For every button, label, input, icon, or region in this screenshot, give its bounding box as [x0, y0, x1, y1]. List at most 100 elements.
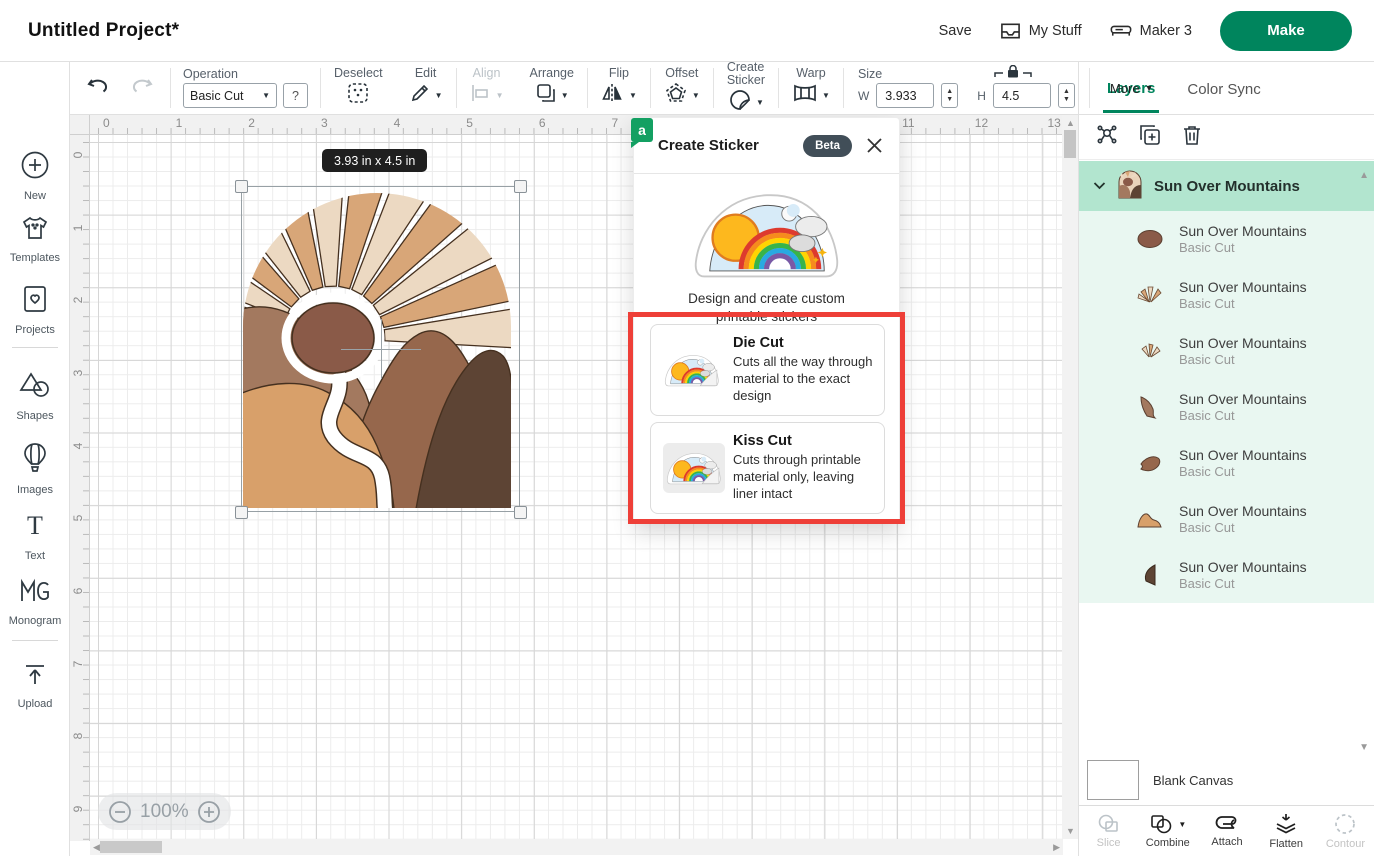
panel-scroll-down-icon[interactable]: ▼	[1359, 742, 1369, 753]
layer-name: Sun Over Mountains	[1179, 503, 1307, 521]
machine-select-button[interactable]: Maker 3	[1110, 23, 1192, 39]
selection-bounding-box[interactable]	[241, 186, 520, 512]
resize-handle-bottom-right[interactable]	[514, 506, 527, 519]
edit-button[interactable]: Edit ▼	[396, 67, 456, 109]
ruler-number: 3	[71, 366, 85, 380]
ruler-number: 1	[71, 221, 85, 235]
deselect-button[interactable]: Deselect	[321, 67, 396, 109]
plus-circle-icon	[20, 150, 50, 185]
layer-row[interactable]: Sun Over MountainsBasic Cut	[1079, 267, 1374, 323]
make-button[interactable]: Make	[1220, 11, 1352, 51]
zoom-in-icon[interactable]	[197, 800, 221, 824]
sidebar-item-projects[interactable]: Projects	[0, 284, 70, 336]
resize-handle-bottom-left[interactable]	[235, 506, 248, 519]
combine-button[interactable]: ▼Combine	[1138, 806, 1197, 856]
width-stepper[interactable]: ▲▼	[941, 83, 958, 108]
layer-row[interactable]: Sun Over MountainsBasic Cut	[1079, 323, 1374, 379]
layer-thumbnail-wave	[1135, 394, 1165, 420]
layer-row[interactable]: Sun Over MountainsBasic Cut	[1079, 211, 1374, 267]
attach-button[interactable]: Attach	[1197, 806, 1256, 856]
chevron-down-icon: ▼	[1145, 83, 1154, 93]
monogram-icon	[18, 577, 52, 610]
vertical-scrollbar[interactable]: ▲ ▼	[1062, 115, 1078, 839]
my-stuff-button[interactable]: My Stuff	[1000, 22, 1082, 40]
popup-header: Create Sticker Beta	[634, 118, 899, 174]
tshirt-icon	[20, 214, 50, 247]
operation-help-button[interactable]: ?	[283, 83, 308, 108]
close-icon[interactable]	[866, 137, 883, 154]
width-label: W	[858, 89, 869, 103]
sidebar-item-new[interactable]: New	[0, 150, 70, 202]
layer-name: Sun Over Mountains	[1179, 279, 1307, 297]
offset-button[interactable]: Offset ▼	[651, 67, 713, 109]
operation-select[interactable]: Basic Cut ▼	[183, 83, 277, 108]
ruler-corner	[70, 115, 90, 135]
tab-color-sync[interactable]: Color Sync	[1183, 65, 1264, 111]
ruler-number: 4	[394, 116, 401, 130]
text-icon: T	[22, 512, 48, 545]
zoom-out-icon[interactable]	[108, 800, 132, 824]
height-label: H	[977, 89, 986, 103]
layer-row[interactable]: Sun Over MountainsBasic Cut	[1079, 435, 1374, 491]
sidebar-item-images[interactable]: Images	[0, 442, 70, 496]
layer-group-row[interactable]: Sun Over Mountains	[1079, 161, 1374, 211]
layers-panel: Layers Color Sync Sun Over MountainsSun …	[1078, 62, 1374, 856]
chevron-down-icon: ▼	[629, 91, 637, 100]
arrange-button[interactable]: Arrange ▼	[516, 67, 586, 109]
blank-canvas-row[interactable]: Blank Canvas	[1079, 755, 1374, 805]
layer-row[interactable]: Sun Over MountainsBasic Cut	[1079, 491, 1374, 547]
scroll-right-icon[interactable]: ▶	[1053, 842, 1060, 853]
create-sticker-button[interactable]: Create Sticker ▼	[714, 61, 778, 115]
horizontal-scrollbar-thumb[interactable]	[100, 841, 162, 853]
sidebar-item-shapes[interactable]: Shapes	[0, 370, 70, 422]
scroll-up-icon[interactable]: ▲	[1066, 118, 1075, 128]
ruler-number: 0	[103, 116, 110, 130]
contour-icon	[1333, 812, 1357, 836]
ruler-number: 7	[612, 116, 619, 130]
lock-icon[interactable]	[993, 65, 1033, 83]
width-input[interactable]: 3.933	[876, 83, 934, 108]
vertical-scrollbar-thumb[interactable]	[1064, 130, 1076, 158]
layer-operation: Basic Cut	[1179, 576, 1307, 591]
combine-icon: ▼	[1149, 813, 1186, 835]
ruler-number: 0	[71, 148, 85, 162]
action-label: Contour	[1326, 838, 1365, 850]
undo-icon[interactable]	[86, 75, 112, 102]
sidebar-item-label: Templates	[10, 252, 60, 264]
height-stepper[interactable]: ▲▼	[1058, 83, 1075, 108]
horizontal-scrollbar[interactable]: ◀ ▶	[90, 839, 1063, 855]
die-cut-option[interactable]: Die CutCuts all the way through material…	[650, 324, 885, 416]
height-input[interactable]: 4.5	[993, 83, 1051, 108]
panel-scroll-up-icon[interactable]: ▲	[1359, 170, 1369, 181]
duplicate-icon[interactable]	[1138, 123, 1162, 152]
save-button[interactable]: Save	[939, 23, 972, 39]
group-icon[interactable]	[1095, 123, 1119, 152]
sidebar-item-monogram[interactable]: Monogram	[0, 577, 70, 627]
warp-button[interactable]: Warp ▼	[779, 67, 843, 109]
canvas-grid[interactable]	[90, 135, 1063, 841]
layer-row[interactable]: Sun Over MountainsBasic Cut	[1079, 379, 1374, 435]
delete-icon[interactable]	[1181, 123, 1203, 152]
horizontal-ruler: 012345678910111213	[90, 115, 1063, 135]
resize-handle-top-left[interactable]	[235, 180, 248, 193]
cricut-design-space-app: Untitled Project* Save My Stuff Maker 3 …	[0, 0, 1374, 856]
sidebar-item-templates[interactable]: Templates	[0, 214, 70, 264]
flip-button[interactable]: Flip ▼	[588, 67, 650, 109]
layer-operation: Basic Cut	[1179, 464, 1307, 479]
canvas-area[interactable]: 012345678910111213 0123456789 3.93 in x …	[70, 115, 1078, 856]
scroll-down-icon[interactable]: ▼	[1066, 826, 1075, 836]
ruler-number: 2	[248, 116, 255, 130]
flatten-button[interactable]: Flatten	[1257, 806, 1316, 856]
more-button[interactable]: More ▼	[1090, 81, 1174, 96]
chevron-down-icon: ▼	[822, 91, 830, 100]
chevron-down-icon[interactable]	[1093, 177, 1106, 195]
layer-row[interactable]: Sun Over MountainsBasic Cut	[1079, 547, 1374, 603]
scroll-left-icon[interactable]: ◀	[93, 842, 100, 853]
resize-handle-top-right[interactable]	[514, 180, 527, 193]
redo-icon[interactable]	[128, 75, 154, 102]
action-label: Attach	[1211, 836, 1242, 848]
layer-operation: Basic Cut	[1179, 520, 1307, 535]
sidebar-item-text[interactable]: TText	[0, 512, 70, 562]
sidebar-item-upload[interactable]: Upload	[0, 660, 70, 710]
kiss-cut-option[interactable]: Kiss CutCuts through printable material …	[650, 422, 885, 514]
